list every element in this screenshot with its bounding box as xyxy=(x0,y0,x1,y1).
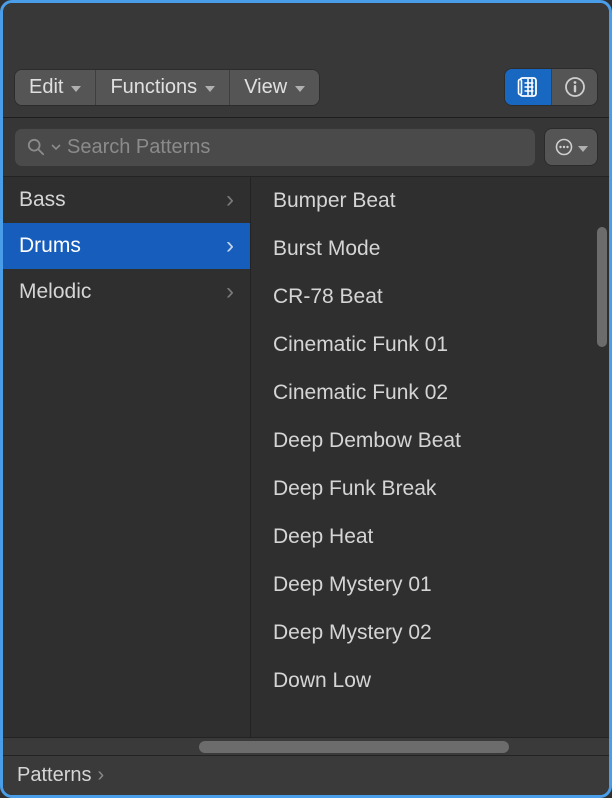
chevron-down-icon xyxy=(71,86,81,92)
pattern-item[interactable]: Cinematic Funk 01 xyxy=(251,321,609,369)
chevron-down-icon xyxy=(51,142,61,152)
pattern-item[interactable]: Cinematic Funk 02 xyxy=(251,369,609,417)
toolbar: Edit Functions View xyxy=(3,63,609,118)
view-menu-label: View xyxy=(244,76,287,99)
chevron-right-icon: › xyxy=(226,186,234,214)
category-item[interactable]: Melodic › xyxy=(3,269,250,315)
horizontal-scroll-track[interactable] xyxy=(3,737,609,755)
search-input[interactable] xyxy=(67,136,523,159)
view-menu[interactable]: View xyxy=(230,70,319,105)
chevron-right-icon: › xyxy=(97,764,104,787)
info-button[interactable] xyxy=(551,69,597,105)
info-icon xyxy=(564,76,586,98)
ellipsis-circle-icon xyxy=(555,138,573,156)
titlebar-spacer xyxy=(3,3,609,63)
vertical-scrollbar[interactable] xyxy=(597,227,607,347)
pattern-item[interactable]: Down Low xyxy=(251,657,609,705)
browser-columns: Bass › Drums › Melodic › Bumper BeatBurst Mod… xyxy=(3,177,609,737)
chevron-down-icon xyxy=(295,86,305,92)
breadcrumb-root[interactable]: Patterns xyxy=(17,764,91,787)
chevron-right-icon: › xyxy=(226,278,234,306)
category-column: Bass › Drums › Melodic › xyxy=(3,177,251,737)
breadcrumb-bar: Patterns › xyxy=(3,755,609,795)
edit-menu-label: Edit xyxy=(29,76,63,99)
grid-view-button[interactable] xyxy=(505,69,551,105)
more-options-button[interactable] xyxy=(545,129,597,165)
category-item[interactable]: Drums › xyxy=(3,223,250,269)
functions-menu-label: Functions xyxy=(110,76,197,99)
menu-group: Edit Functions View xyxy=(15,70,319,105)
category-label: Drums xyxy=(19,234,81,258)
pattern-browser-window: Edit Functions View xyxy=(3,3,609,795)
category-item[interactable]: Bass › xyxy=(3,177,250,223)
pattern-item[interactable]: Deep Dembow Beat xyxy=(251,417,609,465)
category-label: Melodic xyxy=(19,280,91,304)
horizontal-scroll-thumb[interactable] xyxy=(199,741,509,753)
grid-icon xyxy=(517,76,539,98)
chevron-down-icon xyxy=(205,86,215,92)
search-icon xyxy=(27,138,45,156)
pattern-list: Bumper BeatBurst ModeCR-78 BeatCinematic… xyxy=(251,177,609,713)
chevron-right-icon: › xyxy=(226,232,234,260)
pattern-item[interactable]: Burst Mode xyxy=(251,225,609,273)
edit-menu[interactable]: Edit xyxy=(15,70,96,105)
pattern-item[interactable]: Deep Mystery 02 xyxy=(251,609,609,657)
pattern-item[interactable]: Deep Mystery 01 xyxy=(251,561,609,609)
pattern-column: Bumper BeatBurst ModeCR-78 BeatCinematic… xyxy=(251,177,609,737)
pattern-item[interactable]: Deep Heat xyxy=(251,513,609,561)
pattern-item[interactable]: CR-78 Beat xyxy=(251,273,609,321)
search-field[interactable] xyxy=(15,128,535,166)
chevron-down-icon xyxy=(578,146,588,152)
pattern-item[interactable]: Deep Funk Break xyxy=(251,465,609,513)
pattern-item[interactable]: Bumper Beat xyxy=(251,177,609,225)
category-label: Bass xyxy=(19,188,66,212)
search-row xyxy=(3,118,609,177)
functions-menu[interactable]: Functions xyxy=(96,70,230,105)
toolbar-right-group xyxy=(505,69,597,105)
